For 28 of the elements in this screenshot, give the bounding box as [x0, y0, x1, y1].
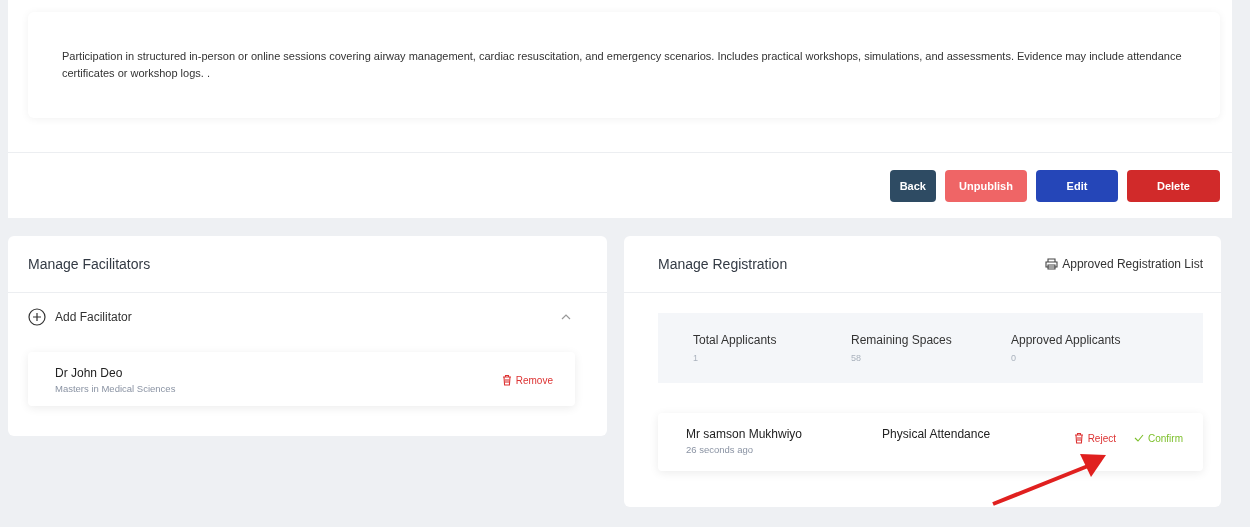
facilitator-qualification: Masters in Medical Sciences: [55, 383, 176, 394]
check-icon: [1134, 434, 1144, 442]
stat-value: 0: [1011, 353, 1017, 363]
reject-button[interactable]: Reject: [1073, 432, 1116, 444]
trash-icon: [501, 374, 512, 386]
chevron-icon[interactable]: [561, 314, 571, 320]
delete-button[interactable]: Delete: [1126, 170, 1220, 202]
facilitator-name: Dr John Deo: [55, 366, 124, 380]
printer-icon: [1045, 258, 1059, 270]
stat-value: 58: [851, 353, 862, 363]
unpublish-button[interactable]: Unpublish: [944, 170, 1027, 202]
card-title: Manage Facilitators: [28, 256, 151, 272]
description-text: Participation in structured in-person or online sessions covering airway management, cardiac resuscitation, and emergency scenarios. Includes practical workshops, simulations, and assessments. Evidence may include attendance certificates or workshop logs. .: [62, 49, 1183, 81]
stat-value: 1: [693, 353, 699, 363]
applicant-name: Mr samson Mukhwiyo: [686, 427, 803, 441]
add-facilitator-button[interactable]: Add Facilitator: [28, 308, 132, 326]
remove-button[interactable]: Remove: [501, 374, 553, 386]
approved-list-link[interactable]: Approved Registration List: [1045, 257, 1203, 271]
stat-label: Approved Applicants: [1011, 333, 1122, 347]
stat-label: Remaining Spaces: [851, 333, 953, 347]
edit-button[interactable]: Edit: [1035, 170, 1118, 202]
plus-circle-icon: [28, 308, 46, 326]
trash-icon: [1073, 432, 1084, 444]
stat-label: Total Applicants: [693, 333, 778, 347]
applicant-time: 26 seconds ago: [686, 444, 755, 455]
attendance-type: Physical Attendance: [882, 427, 992, 441]
back-button[interactable]: Back: [889, 170, 936, 202]
card-title: Manage Registration: [658, 256, 788, 272]
